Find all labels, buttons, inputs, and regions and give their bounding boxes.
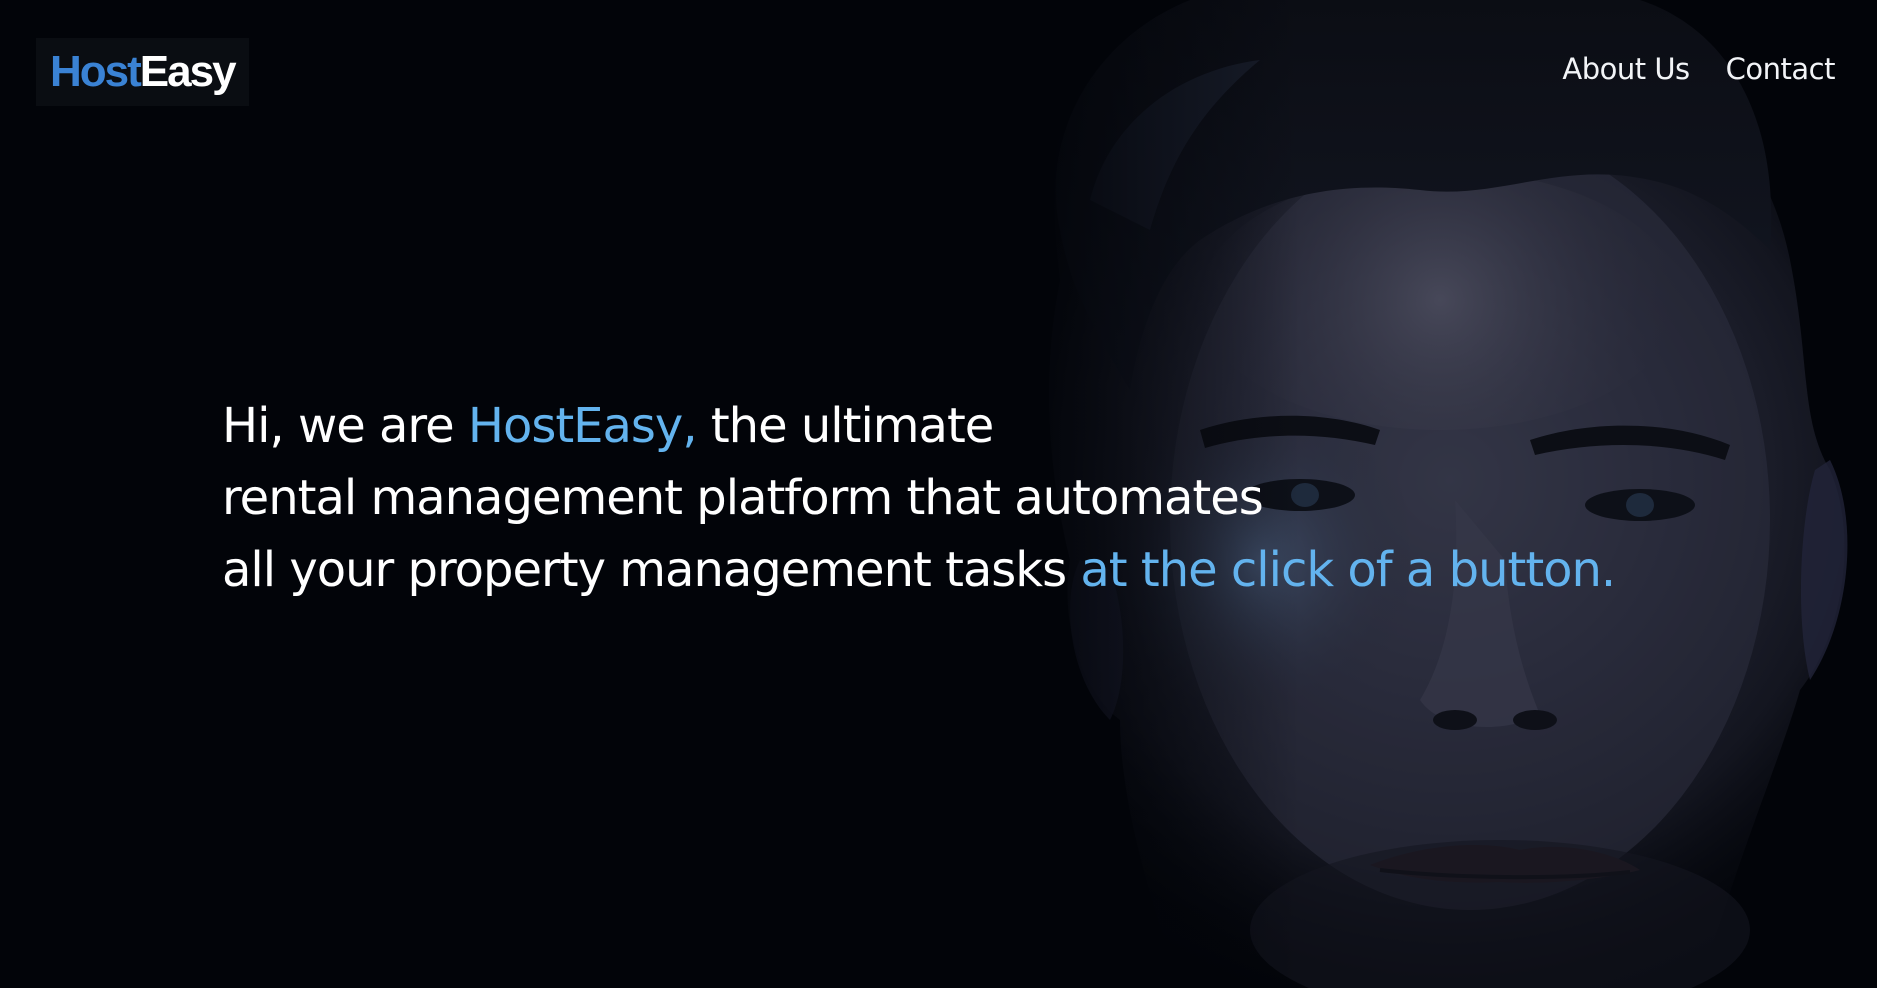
brand-logo[interactable]: Host Easy xyxy=(36,38,249,106)
hero-tagline-highlight: at the click of a button. xyxy=(1080,542,1616,598)
top-nav: About Us Contact xyxy=(1562,52,1835,86)
hero-line-3: all your property management tasks at th… xyxy=(222,534,1782,606)
hero-line-1-post: the ultimate xyxy=(696,398,994,454)
hero-line-1: Hi, we are HostEasy, the ultimate xyxy=(222,390,1782,462)
hero-brand-highlight: HostEasy, xyxy=(467,398,698,454)
nav-link-about-us[interactable]: About Us xyxy=(1562,52,1690,86)
hero-headline: Hi, we are HostEasy, the ultimate rental… xyxy=(222,390,1782,606)
nav-link-contact[interactable]: Contact xyxy=(1726,52,1836,86)
hero-line-3-pre: all your property management tasks xyxy=(222,542,1081,598)
hero-line-2: rental management platform that automate… xyxy=(222,470,1264,526)
hero-line-1-pre: Hi, we are xyxy=(222,398,468,454)
logo-host-text: Host xyxy=(50,47,142,96)
landing-page: Host Easy About Us Contact Hi, we are Hos… xyxy=(0,0,1877,988)
logo-easy-text: Easy xyxy=(139,47,237,96)
